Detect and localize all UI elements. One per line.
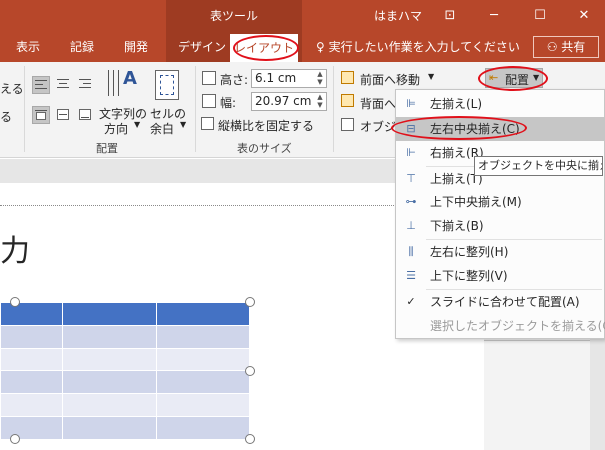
selection-pane-button[interactable]: オブジ [360,118,396,135]
table-height-value: 6.1 cm [255,71,297,85]
tab-layout[interactable]: レイアウト [230,34,298,62]
ribbon-separator [24,66,25,152]
table-row [0,415,250,440]
resize-handle[interactable] [245,297,255,307]
table-width-value: 20.97 cm [255,94,312,108]
resize-handle[interactable] [245,366,255,376]
chevron-down-icon: ▼ [134,120,141,129]
close-icon[interactable]: ✕ [570,0,598,32]
resize-handle[interactable] [245,434,255,444]
width-icon [202,94,216,108]
align-middle-icon: ⊶ [405,195,417,208]
menu-item-align-to-slide[interactable]: ✓ スライドに合わせて配置(A) [396,290,604,314]
align-center-icon: ⊟ [406,122,416,135]
cell-margins-icon [155,70,179,100]
text-direction-label-2[interactable]: 方向 [104,120,128,137]
distribute-vertical-icon: ☰ [406,269,416,282]
table-row [0,370,250,395]
table-row [0,347,250,372]
slide-title-text[interactable]: 力 [0,226,30,270]
chevron-down-icon: ▼ [180,120,187,129]
height-spinner-icon[interactable]: ▲ ▼ [315,70,325,87]
height-icon [202,71,216,85]
table-row [0,302,250,326]
menu-item-distribute-horizontal[interactable]: ⫼ 左右に整列(H) [396,240,604,264]
menu-item-distribute-vertical[interactable]: ☰ 上下に整列(V) [396,264,604,288]
send-backward-icon [341,94,354,107]
text-direction-icon: A [106,68,137,102]
distribute-horizontal-icon: ⫼ [408,245,414,258]
width-spinner-icon[interactable]: ▲ ▼ [315,93,325,110]
side-panel-divider [484,340,605,341]
table-row [0,393,250,417]
align-top-icon: ⊤ [406,172,416,185]
bring-forward-button[interactable]: 前面へ移動 [360,71,420,88]
context-tab-title: 表ツール [166,0,302,32]
group-label-alignment: 配置 [96,142,118,155]
arrange-dropdown-menu: ⊫ 左揃え(L) ⊟ 左右中央揃え(C) ⊩ 右揃え(R) ⊤ 上揃え(T) ⊶… [395,89,605,339]
ribbon-partial-label-2: る [0,110,13,124]
tab-view[interactable]: 表示 [16,32,40,62]
ribbon-tab-row: 表示 記録 開発 デザイン レイアウト ♀ 実行したい作業を入力してください ⚇… [0,32,605,62]
minimize-icon[interactable]: ─ [480,0,508,32]
chevron-down-icon: ▼ [533,73,540,82]
lock-aspect-checkbox[interactable] [201,117,214,130]
table-row [0,324,250,349]
group-label-table-size: 表のサイズ [237,142,292,155]
align-text-top-button[interactable] [32,106,50,124]
arrange-icon: ⇤ [489,71,499,84]
arrange-button[interactable]: ⇤ 配置 ▼ [485,68,543,88]
align-bottom-icon: ⊥ [406,219,416,232]
ribbon-partial-label-1: える [0,82,24,96]
resize-handle[interactable] [10,434,20,444]
table-height-input[interactable]: 6.1 cm ▲ ▼ [251,69,327,88]
align-text-bottom-button[interactable] [76,106,94,124]
align-left-icon: ⊫ [406,97,416,110]
bring-forward-icon [341,71,354,84]
tooltip: オブジェクトを中央に揃える [474,156,603,176]
chevron-down-icon: ▼ [428,72,435,81]
menu-item-align-middle[interactable]: ⊶ 上下中央揃え(M) [396,190,604,214]
maximize-icon[interactable]: ☐ [526,0,554,32]
arrange-label: 配置 [505,73,530,87]
align-text-center-button[interactable] [54,76,72,94]
width-label: 幅: [220,96,237,110]
tell-me-text: 実行したい作業を入力してください [328,40,520,54]
tab-design[interactable]: デザイン [178,32,226,62]
lightbulb-icon: ♀ [316,40,329,54]
person-icon: ⚇ [546,40,562,54]
table-width-input[interactable]: 20.97 cm ▲ ▼ [251,92,327,111]
tab-record[interactable]: 記録 [70,32,94,62]
ribbon-separator [195,66,196,152]
resize-handle[interactable] [10,297,20,307]
tell-me-search[interactable]: ♀ 実行したい作業を入力してください [316,32,520,62]
share-button[interactable]: ⚇ 共有 [533,36,599,58]
cell-margins-label-2[interactable]: 余白 [150,120,174,137]
share-label: 共有 [561,40,586,54]
title-bar: 表ツール はまハマ ⊡ ─ ☐ ✕ [0,0,605,32]
selection-pane-icon [341,118,354,131]
menu-item-align-bottom[interactable]: ⊥ 下揃え(B) [396,214,604,238]
slide-table[interactable] [0,302,250,440]
tab-developer[interactable]: 開発 [124,32,148,62]
height-label: 高さ: [220,73,249,87]
check-icon: ✓ [406,295,416,308]
send-backward-button[interactable]: 背面へ [360,95,396,112]
ribbon-display-options-icon[interactable]: ⊡ [436,0,464,32]
align-text-left-button[interactable] [32,76,50,94]
align-text-middle-button[interactable] [54,106,72,124]
align-right-icon: ⊩ [406,146,416,159]
menu-item-align-selected-objects: 選択したオブジェクトを揃える(O) [430,319,605,333]
align-text-right-button[interactable] [76,76,94,94]
ribbon-separator [333,66,334,152]
lock-aspect-label[interactable]: 縦横比を固定する [218,117,314,134]
menu-item-align-left[interactable]: ⊫ 左揃え(L) [396,92,604,116]
menu-item-align-center[interactable]: ⊟ 左右中央揃え(C) [396,117,604,141]
user-name[interactable]: はまハマ [374,0,422,32]
